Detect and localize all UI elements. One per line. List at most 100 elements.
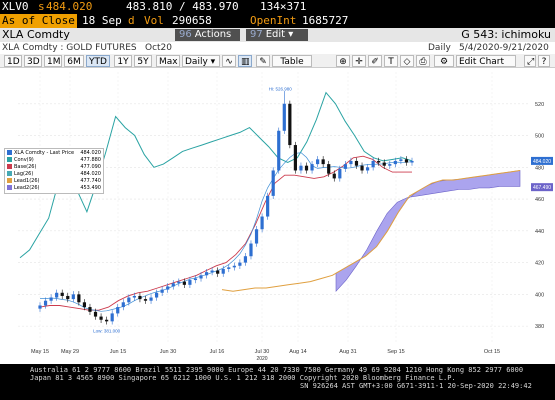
legend-swatch <box>7 171 12 176</box>
edit-chart-button[interactable]: Edit Chart <box>456 55 516 67</box>
x-tick-label: Jul 30 <box>255 349 270 355</box>
actions-number: 96 <box>179 29 192 40</box>
candle-body <box>49 297 53 301</box>
candle-body <box>304 165 309 171</box>
footer-line-1: Australia 61 2 9777 8600 Brazil 5511 239… <box>30 366 524 374</box>
edit-chart-label: Edit Chart <box>459 57 505 67</box>
help-icon[interactable]: ? <box>538 55 550 67</box>
range-1y-button[interactable]: 1Y <box>114 55 132 67</box>
range-3d-button[interactable]: 3D <box>24 55 42 67</box>
candle-body <box>404 159 409 163</box>
zoom-icon[interactable]: ⊕ <box>336 55 350 67</box>
legend-swatch <box>7 157 12 162</box>
candle-body <box>288 103 292 146</box>
x-tick-label: Sep 15 <box>387 349 404 355</box>
bid-ask: 483.810 / 483.970 <box>126 0 239 13</box>
candle-body <box>343 164 347 169</box>
as-of-date: 18 Sep <box>82 14 122 27</box>
y-tick-label: 500 <box>535 134 544 140</box>
candle-body <box>349 160 353 165</box>
x-tick-label: May 15 <box>31 349 49 355</box>
function-name: G 543: ichimoku <box>461 28 551 41</box>
legend-label: Lead2(26) <box>14 185 40 191</box>
date-range[interactable]: 5/4/2020-9/21/2020 <box>459 42 549 54</box>
security-ticker[interactable]: XLA Comdty <box>2 28 70 42</box>
price-prefix: s <box>38 0 45 13</box>
range-max-button[interactable]: Max <box>156 55 180 67</box>
y-tick-label: 520 <box>535 102 544 108</box>
legend-entry: Base(26) 477.090 <box>7 164 101 171</box>
price-chart[interactable]: 380 400 420 440 460 480 500 520 May 15 May 29 Jun … <box>0 68 555 364</box>
high-annotation: Hi: 526.980 <box>269 87 293 92</box>
x-year-label: 2020 <box>256 356 267 362</box>
line-chart-icon[interactable]: ∿ <box>222 55 236 67</box>
ichimoku-chart[interactable]: 380 400 420 440 460 480 500 520 May 15 May 29 Jun … <box>0 68 555 364</box>
legend-label: Base(26) <box>14 164 37 170</box>
legend-label: XLA Comdty - Last Price <box>14 150 75 156</box>
candle-body <box>238 262 242 266</box>
low-annotation: Low: 381.000 <box>93 329 121 334</box>
candle-body <box>388 164 392 166</box>
candle-body <box>227 267 231 269</box>
text-icon[interactable]: T <box>384 55 398 67</box>
candle-body <box>116 307 120 314</box>
candle-chart-icon[interactable]: ▥ <box>238 55 252 67</box>
annotate-icon[interactable]: ✐ <box>368 55 382 67</box>
legend-value: 484.020 <box>80 171 101 177</box>
fullscreen-icon[interactable]: ⤢ <box>524 55 536 67</box>
volume-label: Vol <box>144 14 164 27</box>
candle-body <box>338 168 342 179</box>
candle-body <box>204 272 209 276</box>
candle-body <box>121 302 125 308</box>
edit-label: Edit <box>265 29 286 40</box>
table-button[interactable]: Table <box>272 55 312 67</box>
candle-body <box>399 159 403 161</box>
shapes-icon[interactable]: ◇ <box>400 55 414 67</box>
legend-value: 477.740 <box>80 178 101 184</box>
candle-body <box>393 160 397 165</box>
candle-body <box>60 292 64 296</box>
candle-body <box>138 295 142 300</box>
range-6m-button[interactable]: 6M <box>64 55 84 67</box>
legend-label: Conv(9) <box>14 157 34 163</box>
candle-body <box>66 295 70 300</box>
frequency-select[interactable]: Daily ▾ <box>182 55 220 67</box>
chart-legend: XLA Comdty - Last Price 484.020 Conv(9) 477… <box>4 148 104 194</box>
open-interest-label: OpenInt <box>250 14 297 27</box>
legend-value: 484.020 <box>80 150 101 156</box>
range-1d-button[interactable]: 1D <box>4 55 22 67</box>
actions-button[interactable]: 96Actions ▾ <box>175 29 240 52</box>
range-ytd-button[interactable]: YTD <box>86 55 110 67</box>
candle-body <box>316 159 320 165</box>
candle-body <box>271 170 275 196</box>
chevron-down-icon: ▾ <box>288 29 294 40</box>
candle-body <box>332 173 336 179</box>
range-1m-button[interactable]: 1M <box>44 55 62 67</box>
candle-body <box>243 256 248 263</box>
candle-body <box>38 305 42 309</box>
candle-body <box>182 281 186 285</box>
candle-body <box>160 289 164 293</box>
edit-number: 97 <box>250 29 263 40</box>
candle-body <box>310 164 314 171</box>
y-tick-label: 380 <box>535 324 544 330</box>
y-tick-label: 440 <box>535 229 544 235</box>
table-label: Table <box>280 57 304 67</box>
candle-body <box>77 294 81 303</box>
crosshair-icon[interactable]: ✛ <box>352 55 366 67</box>
chevron-down-icon: ▾ <box>210 57 216 67</box>
draw-icon[interactable]: ✎ <box>256 55 270 67</box>
range-5y-button[interactable]: 5Y <box>134 55 152 67</box>
candle-body <box>199 275 203 279</box>
candle-body <box>299 165 303 171</box>
footer: Australia 61 2 9777 8600 Brazil 5511 239… <box>0 366 555 400</box>
date-flag: d <box>128 14 135 27</box>
print-icon[interactable]: ⎙ <box>416 55 430 67</box>
edit-button[interactable]: 97 Edit ▾ <box>246 29 308 41</box>
legend-swatch <box>7 150 12 155</box>
x-tick-label: Aug 14 <box>289 349 306 355</box>
x-tick-label: May 29 <box>61 349 79 355</box>
candle-body <box>93 311 98 317</box>
candle-body <box>193 278 198 281</box>
settings-icon[interactable]: ⚙ <box>434 55 454 67</box>
